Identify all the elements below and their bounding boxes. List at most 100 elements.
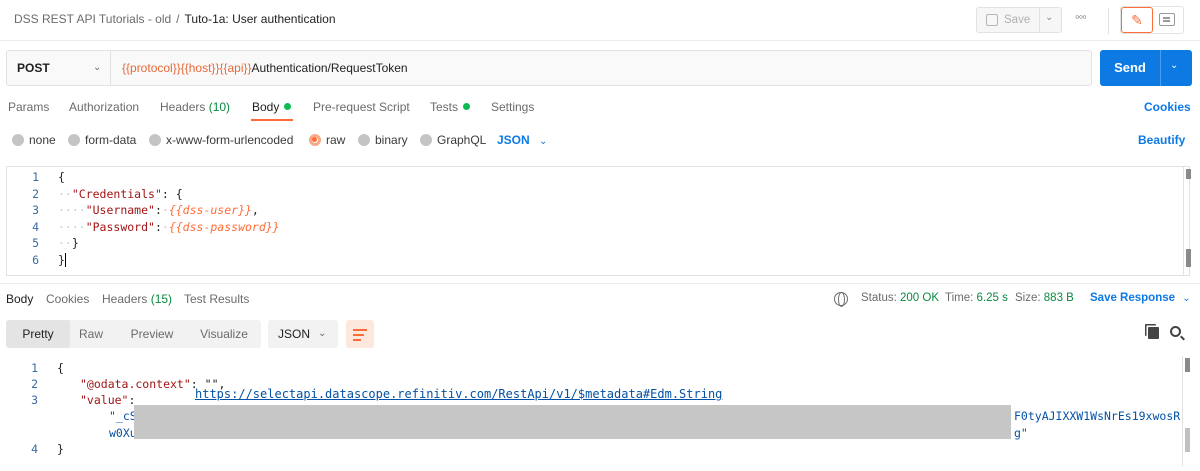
code-line: ····"Username":·{{dss-user}}, <box>58 203 259 217</box>
copy-icon[interactable] <box>1148 327 1159 339</box>
scrollbar-thumb[interactable] <box>1186 249 1191 267</box>
credentials-key: "Credentials" <box>71 187 162 201</box>
send-options-chevron-icon[interactable]: ⌄ <box>1170 60 1178 71</box>
resp-tab-headers-label: Headers <box>102 292 148 306</box>
search-icon[interactable] <box>1170 326 1181 337</box>
method-select[interactable]: POST ⌄ <box>7 51 111 85</box>
radio-icon <box>68 134 80 146</box>
breadcrumb-collection[interactable]: DSS REST API Tutorials - old <box>14 12 171 26</box>
body-format-select[interactable]: JSON ⌄ <box>497 133 547 147</box>
response-view-toggle: Pretty Raw Preview Visualize <box>6 320 261 348</box>
response-format-select[interactable]: JSON ⌄ <box>268 320 338 348</box>
documentation-icon[interactable] <box>1159 13 1175 26</box>
save-response-button[interactable]: Save Response ⌄ <box>1090 292 1191 304</box>
line-number: 1 <box>31 361 38 375</box>
line-number: 3 <box>31 393 38 407</box>
tab-settings[interactable]: Settings <box>491 100 534 114</box>
view-preview[interactable]: Preview <box>120 320 184 348</box>
resp-tab-headers-count: (15) <box>150 292 173 306</box>
response-token-end-1: F0tyAJIXXW1WsNrEs19xwosR <box>1014 409 1181 423</box>
request-tabs: Params Authorization Headers (10) Body P… <box>0 96 1200 124</box>
radio-binary[interactable]: binary <box>358 133 408 147</box>
status-label: Status: <box>861 292 897 304</box>
breadcrumb: DSS REST API Tutorials - old / Tuto-1a: Us… <box>14 12 336 26</box>
tab-headers[interactable]: Headers (10) <box>160 100 230 114</box>
url-path: Authentication/RequestToken <box>251 61 408 75</box>
radio-selected-icon <box>309 134 321 146</box>
request-body-editor[interactable]: 1 2 3 4 5 6 { ··"Credentials": { ····"Us… <box>6 166 1191 276</box>
method-label: POST <box>17 61 50 75</box>
send-button[interactable]: Send <box>1100 50 1160 86</box>
resp-tab-cookies[interactable]: Cookies <box>46 292 89 306</box>
chevron-down-icon: ⌄ <box>93 62 102 73</box>
open-brace: { <box>58 170 65 184</box>
close-brace: } <box>58 253 65 267</box>
inner-close-brace: } <box>71 236 79 250</box>
radio-urlencoded[interactable]: x-www-form-urlencoded <box>149 133 293 147</box>
response-value-key-line: "value": <box>80 393 136 407</box>
radio-icon <box>358 134 370 146</box>
wrap-lines-icon[interactable] <box>346 320 374 348</box>
scrollbar-thumb[interactable] <box>1185 428 1190 452</box>
code-line: ··"Credentials": { <box>58 187 183 201</box>
tab-authorization[interactable]: Authorization <box>69 100 139 114</box>
save-dropdown-chevron-icon[interactable]: ⌄ <box>1045 12 1053 23</box>
tab-params[interactable]: Params <box>8 100 49 114</box>
line-number: 4 <box>32 220 39 234</box>
radio-urlencoded-label: x-www-form-urlencoded <box>166 133 294 147</box>
header-divider <box>1108 8 1109 34</box>
time-readout: Time: 6.25 s <box>945 292 1008 304</box>
response-format-label: JSON <box>278 327 311 341</box>
radio-graphql-label: GraphQL <box>437 133 487 147</box>
time-value: 6.25 s <box>976 292 1008 304</box>
password-value: {{dss-password}} <box>168 220 280 234</box>
scrollbar-thumb[interactable] <box>1186 169 1191 179</box>
tab-body[interactable]: Body <box>252 100 292 114</box>
edit-mode-pencil-icon[interactable]: ✎ <box>1121 7 1153 33</box>
line-number: 2 <box>32 187 39 201</box>
line-number: 5 <box>32 236 39 250</box>
resp-tab-test-results[interactable]: Test Results <box>184 292 249 306</box>
editor-scrollbar[interactable] <box>1183 167 1191 275</box>
url-var-api: {{api}} <box>219 61 252 75</box>
url-input[interactable]: {{protocol}}{{host}}{{api}}Authenticatio… <box>122 51 408 85</box>
status-dot-icon <box>463 103 471 110</box>
code-line: } <box>58 253 66 267</box>
save-response-label: Save Response <box>1090 292 1176 304</box>
username-key: "Username" <box>85 203 155 217</box>
redacted-token-block <box>134 405 1011 439</box>
scrollbar-thumb[interactable] <box>1185 358 1190 372</box>
context-key: "@odata.context" <box>80 377 191 391</box>
response-scrollbar[interactable] <box>1182 356 1190 466</box>
request-name[interactable]: Tuto-1a: User authentication <box>185 12 336 26</box>
password-key: "Password" <box>85 220 155 234</box>
tab-prerequest-script[interactable]: Pre-request Script <box>313 100 410 114</box>
chevron-down-icon: ⌄ <box>539 136 548 147</box>
more-options-icon[interactable]: ◦◦◦ <box>1075 9 1087 24</box>
globe-icon[interactable] <box>834 292 848 307</box>
line-number: 4 <box>31 442 38 456</box>
view-visualize[interactable]: Visualize <box>192 320 256 348</box>
body-format-label: JSON <box>497 133 530 147</box>
radio-form-data[interactable]: form-data <box>68 133 136 147</box>
tab-tests[interactable]: Tests <box>430 100 471 114</box>
beautify-button[interactable]: Beautify <box>1138 133 1185 147</box>
save-button[interactable]: Save <box>977 8 1040 32</box>
resp-tab-headers[interactable]: Headers (15) <box>102 292 172 306</box>
send-divider <box>1160 50 1161 86</box>
response-open-brace: { <box>57 361 64 375</box>
radio-raw[interactable]: raw <box>309 133 345 147</box>
line-number: 2 <box>31 377 38 391</box>
cookies-link[interactable]: Cookies <box>1144 100 1191 114</box>
radio-none-label: none <box>29 133 56 147</box>
tab-headers-count: (10) <box>208 100 231 114</box>
resp-tab-body[interactable]: Body <box>6 292 33 306</box>
send-split-button: Send ⌄ <box>1100 50 1192 86</box>
radio-graphql[interactable]: GraphQL <box>420 133 486 147</box>
response-context-line: "@odata.context": " https://selectapi.dat… <box>80 377 722 401</box>
tab-tests-label: Tests <box>430 100 459 114</box>
radio-none[interactable]: none <box>12 133 56 147</box>
view-pretty[interactable]: Pretty <box>6 320 70 348</box>
save-split-button: Save ⌄ <box>976 7 1062 33</box>
view-raw[interactable]: Raw <box>70 320 112 348</box>
